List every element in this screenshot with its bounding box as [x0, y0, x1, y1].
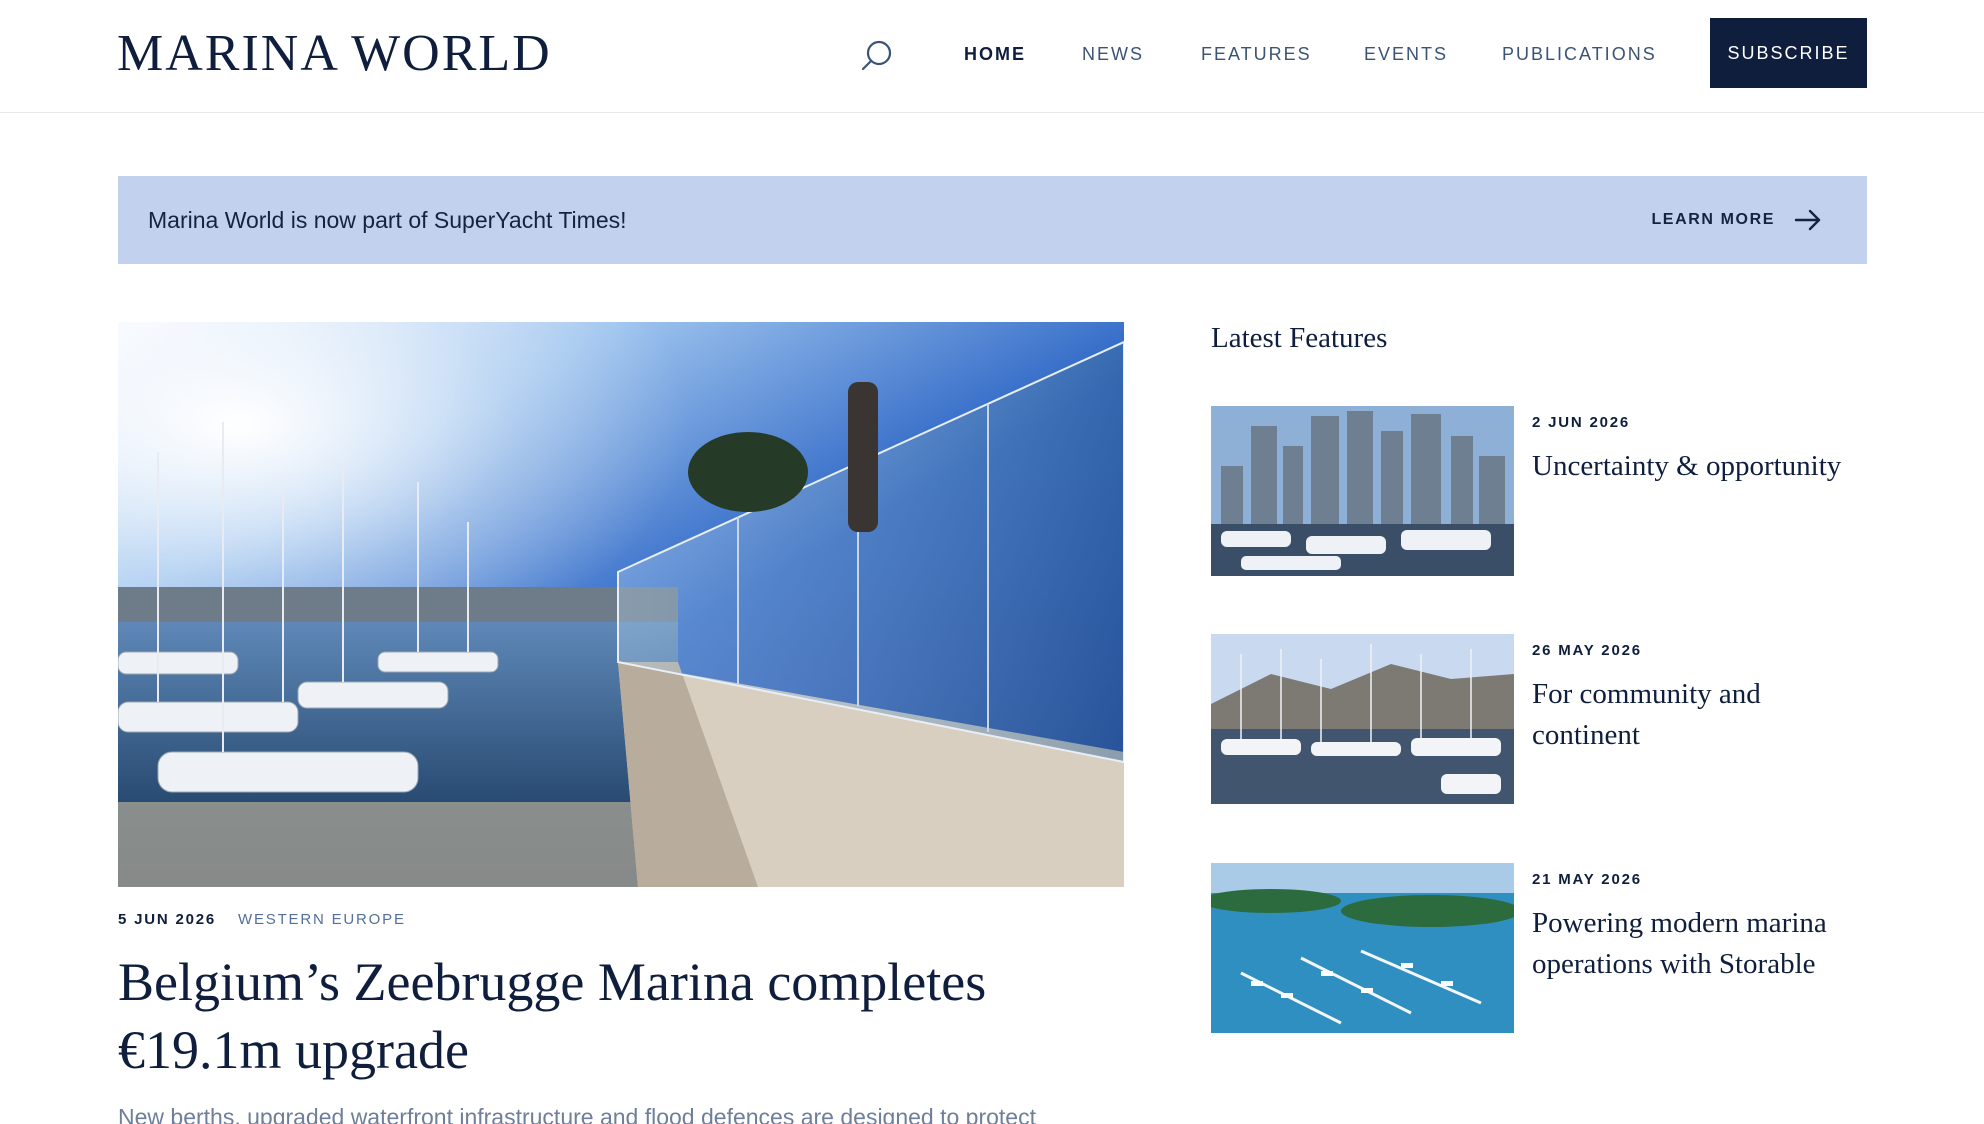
nav-home[interactable]: HOME [964, 40, 1026, 68]
nav-features[interactable]: FEATURES [1201, 40, 1312, 68]
article-category[interactable]: WESTERN EUROPE [238, 911, 406, 928]
article-date: 5 JUN 2026 [118, 911, 217, 928]
main-article-meta: 5 JUN 2026 WESTERN EUROPE [118, 910, 406, 930]
main-article-title[interactable]: Belgium’s Zeebrugge Marina completes €19… [118, 948, 1128, 1084]
site-logo[interactable]: MARINA WORLD [117, 26, 552, 82]
feature-item[interactable]: 2 JUN 2026 Uncertainty & opportunity [1211, 406, 1867, 576]
feature-thumbnail[interactable] [1211, 406, 1514, 576]
site-header: MARINA WORLD HOME NEWS FEATURES EVENTS P… [0, 0, 1984, 113]
search-icon[interactable] [860, 38, 894, 72]
main-article-image[interactable] [118, 322, 1124, 887]
banner-text: Marina World is now part of SuperYacht T… [148, 207, 627, 233]
latest-features-heading: Latest Features [1211, 322, 1388, 354]
learn-more-label: LEARN MORE [1651, 211, 1775, 228]
feature-item[interactable]: 26 MAY 2026 For community and continent [1211, 634, 1867, 804]
subscribe-button[interactable]: SUBSCRIBE [1710, 18, 1867, 88]
nav-publications[interactable]: PUBLICATIONS [1502, 40, 1657, 68]
announcement-banner: Marina World is now part of SuperYacht T… [118, 176, 1867, 264]
feature-title[interactable]: Uncertainty & opportunity [1532, 446, 1872, 487]
nav-events[interactable]: EVENTS [1364, 40, 1448, 68]
feature-thumbnail[interactable] [1211, 863, 1514, 1033]
learn-more-link[interactable]: LEARN MORE [1651, 206, 1823, 234]
feature-title[interactable]: For community and continent [1532, 674, 1872, 756]
feature-item[interactable]: 21 MAY 2026 Powering modern marina opera… [1211, 863, 1867, 1033]
main-article-standfirst: New berths, upgraded waterfront infrastr… [118, 1104, 1036, 1124]
arrow-right-icon [1793, 208, 1823, 232]
feature-thumbnail[interactable] [1211, 634, 1514, 804]
feature-title[interactable]: Powering modern marina operations with S… [1532, 903, 1872, 985]
nav-news[interactable]: NEWS [1082, 40, 1144, 68]
feature-date: 2 JUN 2026 [1532, 414, 1631, 431]
feature-date: 26 MAY 2026 [1532, 642, 1642, 659]
feature-date: 21 MAY 2026 [1532, 871, 1642, 888]
